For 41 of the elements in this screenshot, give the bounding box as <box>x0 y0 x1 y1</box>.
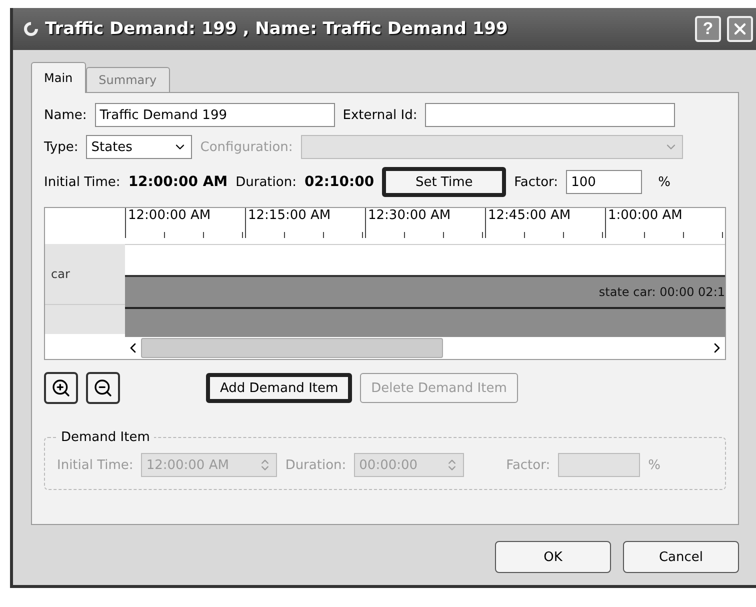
close-button[interactable] <box>727 16 753 42</box>
time-tick-label: 12:15:00 AM <box>245 208 365 238</box>
zoom-out-button[interactable] <box>86 372 120 404</box>
scroll-thumb[interactable] <box>141 338 443 358</box>
cancel-button[interactable]: Cancel <box>623 541 739 573</box>
time-tick-label: 12:30:00 AM <box>365 208 485 238</box>
initial-time-label: Initial Time: <box>44 174 120 190</box>
type-dropdown[interactable]: States <box>86 135 192 159</box>
duration-label: Duration: <box>285 458 346 472</box>
zoom-in-icon <box>51 378 71 398</box>
factor-field[interactable]: 100 <box>566 170 642 194</box>
add-item-button[interactable]: Add Demand Item <box>206 373 352 403</box>
external-id-field[interactable] <box>425 103 676 127</box>
external-id-label: External Id: <box>342 108 418 122</box>
type-label: Type: <box>44 140 78 154</box>
tab[interactable]: Main <box>31 62 86 93</box>
factor-label: Factor: <box>514 174 558 190</box>
duration-value: 02:10:00 <box>304 174 374 190</box>
initial-time-value: 12:00:00 AM <box>128 174 228 190</box>
app-logo-icon <box>23 21 39 37</box>
percent-label: % <box>648 458 660 472</box>
percent-label: % <box>658 174 670 190</box>
initial-time-label: Initial Time: <box>57 458 134 472</box>
time-tick-label: 12:45:00 AM <box>485 208 605 238</box>
tab[interactable]: Summary <box>86 67 170 92</box>
window-title: Traffic Demand: 199 , Name: Traffic Demand 199 <box>45 19 509 39</box>
row-label: car <box>45 244 125 304</box>
duration-label: Duration: <box>236 174 296 190</box>
state-bar[interactable]: state car: 00:00 02:1 <box>125 275 725 309</box>
set-time-button[interactable]: Set Time <box>382 167 506 197</box>
name-label: Name: <box>44 108 87 122</box>
name-field[interactable]: Traffic Demand 199 <box>94 103 335 127</box>
ok-button[interactable]: OK <box>495 541 611 573</box>
zoom-in-button[interactable] <box>44 372 78 404</box>
time-tick-label: 1:00:00 AM <box>605 208 725 238</box>
configuration-label: Configuration: <box>200 140 293 154</box>
factor-label: Factor: <box>506 458 550 472</box>
help-button[interactable]: ? <box>695 16 721 42</box>
time-tick-label: 12:00:00 AM <box>125 208 245 238</box>
zoom-out-icon <box>93 378 113 398</box>
group-title: Demand Item <box>60 430 151 445</box>
